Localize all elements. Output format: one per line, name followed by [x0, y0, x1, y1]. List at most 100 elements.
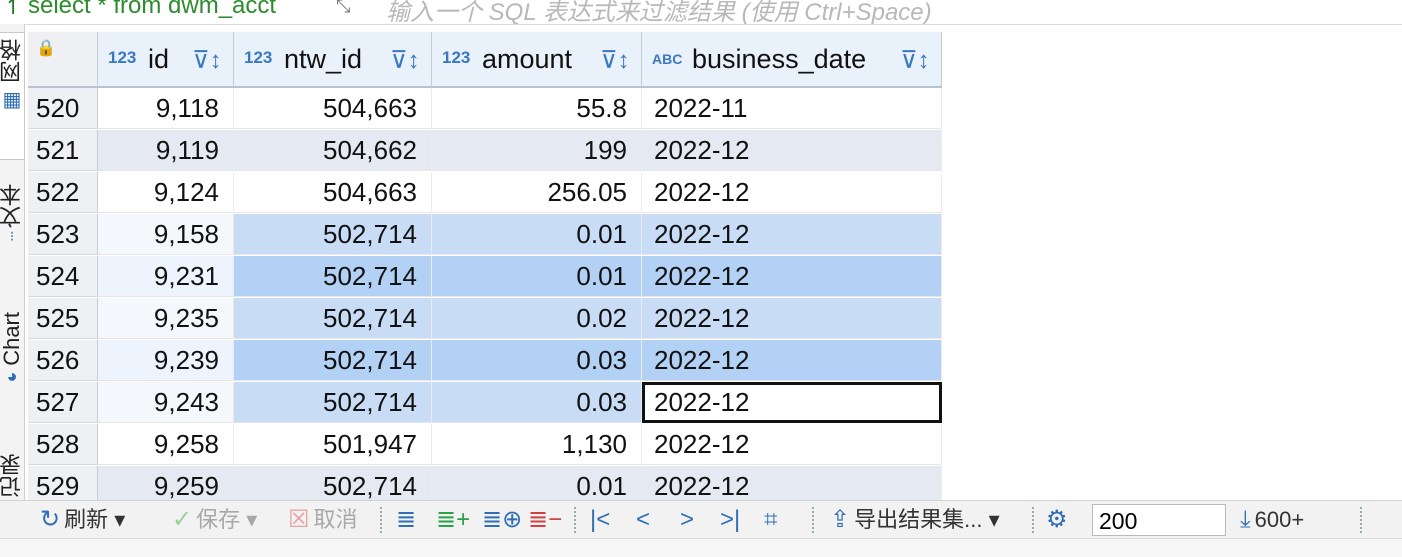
grid-cell-ntw-id[interactable]: 504,663 — [234, 88, 432, 129]
grid-cell-amount[interactable]: 199 — [432, 130, 642, 171]
table-row[interactable]: 520 9,118 504,663 55.8 2022-11 — [28, 88, 1402, 130]
table-row[interactable]: 526 9,239 502,714 0.03 2022-12 — [28, 340, 1402, 382]
grid-cell-amount[interactable]: 0.01 — [432, 214, 642, 255]
row-number[interactable]: 528 — [28, 424, 98, 465]
edit-row-button[interactable]: ≣ — [396, 505, 420, 535]
grid-cell-business-date[interactable]: 2022-12 — [642, 256, 942, 297]
row-number[interactable]: 527 — [28, 382, 98, 423]
grid-cell-business-date[interactable]: 2022-12 — [642, 466, 942, 500]
expand-icon[interactable]: ⤡ — [336, 0, 350, 17]
filter-sort-icon[interactable]: ⊽↕ — [390, 46, 420, 75]
grid-cell-business-date[interactable]: 2022-12 — [642, 298, 942, 339]
table-row[interactable]: 522 9,124 504,663 256.05 2022-12 — [28, 172, 1402, 214]
grid-cell-business-date[interactable]: 2022-12 — [642, 130, 942, 171]
grid-cell-business-date[interactable]: 2022-12 — [642, 424, 942, 465]
column-header-amount[interactable]: 123 amount ⊽↕ — [432, 32, 642, 88]
refresh-button[interactable]: ↻ 刷新 ▾ — [40, 505, 125, 535]
cancel-button[interactable]: ☒ 取消 — [288, 505, 358, 535]
grid-cell-ntw-id[interactable]: 504,662 — [234, 130, 432, 171]
table-row[interactable]: 528 9,258 501,947 1,130 2022-12 — [28, 424, 1402, 466]
grid-cell-business-date[interactable]: 2022-11 — [642, 88, 942, 129]
grid-cell-ntw-id[interactable]: 504,663 — [234, 172, 432, 213]
add-row-icon: ≣+ — [436, 506, 471, 533]
grid-cell-business-date[interactable]: 2022-12 — [642, 382, 942, 423]
grid-cell-amount[interactable]: 0.01 — [432, 466, 642, 500]
grid-cell-ntw-id[interactable]: 502,714 — [234, 382, 432, 423]
grid-cell-ntw-id[interactable]: 502,714 — [234, 298, 432, 339]
grid-cell-amount[interactable]: 0.01 — [432, 256, 642, 297]
column-header-id[interactable]: 123 id ⊽↕ — [98, 32, 234, 88]
filter-sort-icon[interactable]: ⊽↕ — [900, 46, 930, 75]
fetch-size-input[interactable]: 200 — [1092, 504, 1226, 536]
export-button[interactable]: ⇪ 导出结果集... ▾ — [830, 505, 1000, 535]
row-number[interactable]: 522 — [28, 172, 98, 213]
grid-cell-ntw-id[interactable]: 502,714 — [234, 466, 432, 500]
view-tabs: 网格 ▦ 文本 ⁝ Chart ◕ 记录 — [0, 24, 25, 500]
number-type-icon: 123 — [108, 48, 137, 67]
tab-chart[interactable]: Chart ◕ — [0, 312, 24, 422]
grid-cell-id[interactable]: 9,118 — [98, 88, 234, 129]
grid-cell-ntw-id[interactable]: 502,714 — [234, 214, 432, 255]
next-page-button[interactable]: > — [680, 505, 698, 535]
grid-cell-amount[interactable]: 256.05 — [432, 172, 642, 213]
table-row[interactable]: 523 9,158 502,714 0.01 2022-12 — [28, 214, 1402, 256]
table-row[interactable]: 529 9,259 502,714 0.01 2022-12 — [28, 466, 1402, 500]
grid-cell-business-date[interactable]: 2022-12 — [642, 214, 942, 255]
grid-cell-ntw-id[interactable]: 502,714 — [234, 340, 432, 381]
grid-cell-amount[interactable]: 55.8 — [432, 88, 642, 129]
grid-cell-id[interactable]: 9,243 — [98, 382, 234, 423]
delete-row-button[interactable]: ≣− — [528, 505, 566, 535]
grid-cell-business-date[interactable]: 2022-12 — [642, 340, 942, 381]
grid-cell-id[interactable]: 9,258 — [98, 424, 234, 465]
tab-record[interactable]: 记录 — [0, 454, 24, 504]
query-text[interactable]: select * from dwm_acct — [28, 0, 276, 20]
row-number[interactable]: 524 — [28, 256, 98, 297]
copy-row-button[interactable]: ≣⊕ — [482, 505, 526, 535]
column-header-ntw-id[interactable]: 123 ntw_id ⊽↕ — [234, 32, 432, 88]
grid-cell-amount[interactable]: 0.03 — [432, 340, 642, 381]
row-number[interactable]: 520 — [28, 88, 98, 129]
fit-button[interactable]: ⌗ — [764, 505, 782, 535]
separator — [574, 507, 578, 533]
row-number[interactable]: 525 — [28, 298, 98, 339]
filter-input[interactable]: 输入一个 SQL 表达式来过滤结果 (使用 Ctrl+Space) — [386, 0, 932, 24]
grid-cell-amount[interactable]: 1,130 — [432, 424, 642, 465]
last-page-button[interactable]: >| — [720, 505, 744, 535]
filter-bar: ↿ select * from dwm_acct ⤡ 输入一个 SQL 表达式来… — [0, 0, 1402, 25]
grid-cell-id[interactable]: 9,239 — [98, 340, 234, 381]
first-page-button[interactable]: |< — [590, 505, 614, 535]
tab-text[interactable]: 文本 ⁝ — [0, 184, 24, 284]
row-number[interactable]: 529 — [28, 466, 98, 500]
row-number[interactable]: 521 — [28, 130, 98, 171]
fetch-all-button[interactable]: ⤓ 600+ — [1240, 505, 1304, 535]
grid-cell-id[interactable]: 9,259 — [98, 466, 234, 500]
prev-page-button[interactable]: < — [636, 505, 654, 535]
export-label: 导出结果集... — [854, 507, 983, 532]
column-header-business-date[interactable]: ABC business_date ⊽↕ — [642, 32, 942, 88]
table-row[interactable]: 521 9,119 504,662 199 2022-12 — [28, 130, 1402, 172]
grid-cell-id[interactable]: 9,235 — [98, 298, 234, 339]
save-button[interactable]: ✓ 保存 ▾ — [172, 505, 257, 535]
grid-cell-amount[interactable]: 0.02 — [432, 298, 642, 339]
table-row[interactable]: 527 9,243 502,714 0.03 2022-12 — [28, 382, 1402, 424]
row-number[interactable]: 526 — [28, 340, 98, 381]
filter-sort-icon[interactable]: ⊽↕ — [600, 46, 630, 75]
row-number[interactable]: 523 — [28, 214, 98, 255]
table-row[interactable]: 525 9,235 502,714 0.02 2022-12 — [28, 298, 1402, 340]
grid-cell-business-date[interactable]: 2022-12 — [642, 172, 942, 213]
table-row[interactable]: 524 9,231 502,714 0.01 2022-12 — [28, 256, 1402, 298]
grid-cell-id[interactable]: 9,158 — [98, 214, 234, 255]
tab-grid[interactable]: 网格 ▦ — [0, 32, 25, 160]
grid-cell-ntw-id[interactable]: 502,714 — [234, 256, 432, 297]
grid-cell-id[interactable]: 9,231 — [98, 256, 234, 297]
lock-icon: 🔒 — [36, 40, 56, 57]
grid-cell-id[interactable]: 9,124 — [98, 172, 234, 213]
grid-cell-id[interactable]: 9,119 — [98, 130, 234, 171]
sql-editor-icon[interactable]: ↿ — [4, 0, 22, 20]
grid-corner[interactable]: 🔒 — [28, 32, 98, 88]
grid-cell-amount[interactable]: 0.03 — [432, 382, 642, 423]
settings-button[interactable]: ⚙ — [1046, 505, 1072, 535]
add-row-button[interactable]: ≣+ — [436, 505, 474, 535]
grid-cell-ntw-id[interactable]: 501,947 — [234, 424, 432, 465]
filter-sort-icon[interactable]: ⊽↕ — [192, 46, 222, 75]
